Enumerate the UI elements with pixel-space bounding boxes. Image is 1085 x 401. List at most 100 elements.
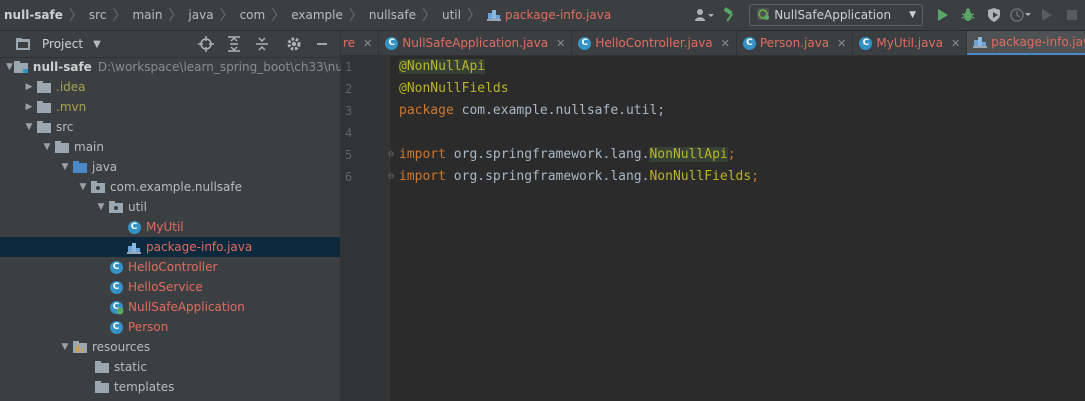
locate-crosshair-icon[interactable] bbox=[194, 33, 218, 55]
chevron-right-icon[interactable]: ▶ bbox=[22, 77, 36, 97]
breadcrumb-current-file[interactable]: package-info.java bbox=[505, 8, 611, 22]
chevron-right-icon: 〉 bbox=[219, 8, 234, 24]
breadcrumb-nullsafe[interactable]: nullsafe bbox=[369, 8, 416, 22]
tree-item-label: src bbox=[56, 120, 74, 134]
close-icon[interactable]: ✕ bbox=[837, 37, 846, 50]
tab-truncated[interactable]: re ✕ bbox=[341, 31, 380, 55]
code-line[interactable]: ⊖ import org.springframework.lang.NonNull… bbox=[388, 144, 1085, 166]
user-icon[interactable] bbox=[693, 4, 715, 26]
tree-item-hellocontroller[interactable]: C HelloController bbox=[0, 257, 340, 277]
tree-item-label: HelloService bbox=[128, 280, 203, 294]
project-header: Project ▼ bbox=[0, 31, 340, 58]
build-hammer-icon[interactable] bbox=[719, 4, 741, 26]
line-number: 4 bbox=[345, 126, 353, 140]
collapse-all-icon[interactable] bbox=[250, 33, 274, 55]
gear-icon[interactable] bbox=[282, 33, 306, 55]
navigation-bar: null-safe 〉 src 〉 main 〉 java 〉 com 〉 example… bbox=[0, 0, 1085, 31]
tree-item-main[interactable]: ▼ main bbox=[0, 137, 340, 157]
close-icon[interactable]: ✕ bbox=[951, 37, 960, 50]
tree-item-path: D:\workspace\learn_spring_boot\ch33\nu bbox=[97, 60, 343, 74]
breadcrumb-util[interactable]: util bbox=[442, 8, 461, 22]
breadcrumb-project[interactable]: null-safe bbox=[4, 8, 63, 22]
class-icon: C bbox=[578, 36, 592, 50]
tree-item-helloservice[interactable]: C HelloService bbox=[0, 277, 340, 297]
plain-token: com.example.nullsafe.util; bbox=[453, 103, 666, 118]
chevron-down-icon[interactable]: ▼ bbox=[58, 337, 72, 357]
run-configuration-label: NullSafeApplication bbox=[774, 8, 892, 22]
line-number: 6 bbox=[345, 170, 353, 184]
tree-item-label: .idea bbox=[56, 80, 86, 94]
tree-item-project-root[interactable]: ▼ null-safe D:\workspace\learn_spring_bo… bbox=[0, 57, 343, 77]
code-line[interactable]: @NonNullFields bbox=[390, 78, 1085, 100]
breadcrumb-src[interactable]: src bbox=[89, 8, 107, 22]
class-icon: C bbox=[859, 36, 873, 50]
chevron-right-icon[interactable]: ▶ bbox=[22, 97, 36, 117]
code-line[interactable] bbox=[390, 122, 1085, 144]
tab-label: Person.java bbox=[759, 36, 830, 50]
breadcrumb-com[interactable]: com bbox=[240, 8, 266, 22]
code-editor[interactable]: @NonNullApi @NonNullFields package com.e… bbox=[388, 56, 1085, 401]
chevron-down-icon[interactable]: ▼ bbox=[94, 197, 108, 217]
tree-item-label: static bbox=[114, 360, 147, 374]
tree-item-nullsafeapplication[interactable]: C NullSafeApplication bbox=[0, 297, 340, 317]
expand-all-icon[interactable] bbox=[222, 33, 246, 55]
tree-item-util[interactable]: ▼ util bbox=[0, 197, 340, 217]
chevron-right-icon: 〉 bbox=[348, 8, 363, 24]
project-title[interactable]: Project bbox=[42, 37, 83, 51]
chevron-down-icon[interactable]: ▼ bbox=[22, 117, 36, 137]
folder-icon bbox=[54, 139, 70, 155]
tree-item-idea[interactable]: ▶ .idea bbox=[0, 77, 340, 97]
close-icon[interactable]: ✕ bbox=[363, 37, 372, 50]
minimize-icon[interactable] bbox=[310, 33, 334, 55]
tab-package-info[interactable]: package-info.java bbox=[967, 31, 1085, 55]
run-icon[interactable] bbox=[931, 4, 953, 26]
tree-item-package-info[interactable]: package-info.java bbox=[0, 237, 340, 257]
spring-boot-icon bbox=[756, 7, 770, 24]
chevron-down-icon[interactable]: ▼ bbox=[58, 157, 72, 177]
fold-marker-icon[interactable]: ⊖ bbox=[388, 166, 394, 188]
tab-nullsafeapplication[interactable]: C NullSafeApplication.java ✕ bbox=[379, 31, 573, 55]
folder-icon bbox=[12, 33, 34, 55]
tree-item-templates[interactable]: templates bbox=[0, 377, 340, 397]
breadcrumb-example[interactable]: example bbox=[291, 8, 343, 22]
coverage-icon[interactable] bbox=[983, 4, 1005, 26]
close-icon[interactable]: ✕ bbox=[556, 37, 565, 50]
spring-boot-class-icon: C bbox=[108, 299, 124, 315]
breadcrumb-java[interactable]: java bbox=[188, 8, 213, 22]
tab-person[interactable]: C Person.java ✕ bbox=[737, 31, 854, 55]
fold-marker-icon[interactable]: ⊖ bbox=[388, 144, 394, 166]
tree-item-mvn[interactable]: ▶ .mvn bbox=[0, 97, 340, 117]
plain-token: org.springframework.lang. bbox=[445, 147, 650, 162]
tree-item-person[interactable]: C Person bbox=[0, 317, 340, 337]
stop-square-icon[interactable] bbox=[1061, 4, 1083, 26]
stop-icon[interactable] bbox=[1035, 4, 1057, 26]
chevron-down-icon[interactable]: ▼ bbox=[76, 177, 90, 197]
tree-item-label: main bbox=[74, 140, 104, 154]
chevron-down-icon: ▼ bbox=[909, 10, 916, 20]
tree-item-java[interactable]: ▼ java bbox=[0, 157, 340, 177]
package-info-file-icon bbox=[126, 239, 142, 255]
code-line[interactable]: ⊖ import org.springframework.lang.NonNull… bbox=[388, 166, 1085, 188]
profiler-icon[interactable] bbox=[1009, 4, 1031, 26]
close-icon[interactable]: ✕ bbox=[721, 37, 730, 50]
tree-item-myutil[interactable]: C MyUtil bbox=[0, 217, 340, 237]
tree-item-src[interactable]: ▼ src bbox=[0, 117, 340, 137]
chevron-down-icon[interactable]: ▼ bbox=[6, 57, 13, 77]
tab-hellocontroller[interactable]: C HelloController.java ✕ bbox=[572, 31, 737, 55]
debug-icon[interactable] bbox=[957, 4, 979, 26]
tree-item-label: package-info.java bbox=[146, 240, 253, 254]
chevron-down-icon[interactable]: ▼ bbox=[93, 39, 101, 50]
breadcrumb-main[interactable]: main bbox=[132, 8, 162, 22]
tree-item-package-root[interactable]: ▼ com.example.nullsafe bbox=[0, 177, 340, 197]
code-line[interactable]: @NonNullApi bbox=[390, 56, 1085, 78]
annotation-ref-token: NonNullFields bbox=[649, 169, 752, 184]
resources-folder-icon bbox=[72, 339, 88, 355]
breadcrumb: null-safe 〉 src 〉 main 〉 java 〉 com 〉 example… bbox=[0, 5, 611, 25]
run-configuration-selector[interactable]: NullSafeApplication ▼ bbox=[749, 4, 923, 26]
chevron-down-icon[interactable]: ▼ bbox=[40, 137, 54, 157]
code-line[interactable]: package com.example.nullsafe.util; bbox=[390, 100, 1085, 122]
tree-item-static[interactable]: static bbox=[0, 357, 340, 377]
tree-item-resources[interactable]: ▼ resources bbox=[0, 337, 340, 357]
tab-myutil[interactable]: C MyUtil.java ✕ bbox=[853, 31, 968, 55]
line-number: 1 bbox=[345, 60, 353, 74]
